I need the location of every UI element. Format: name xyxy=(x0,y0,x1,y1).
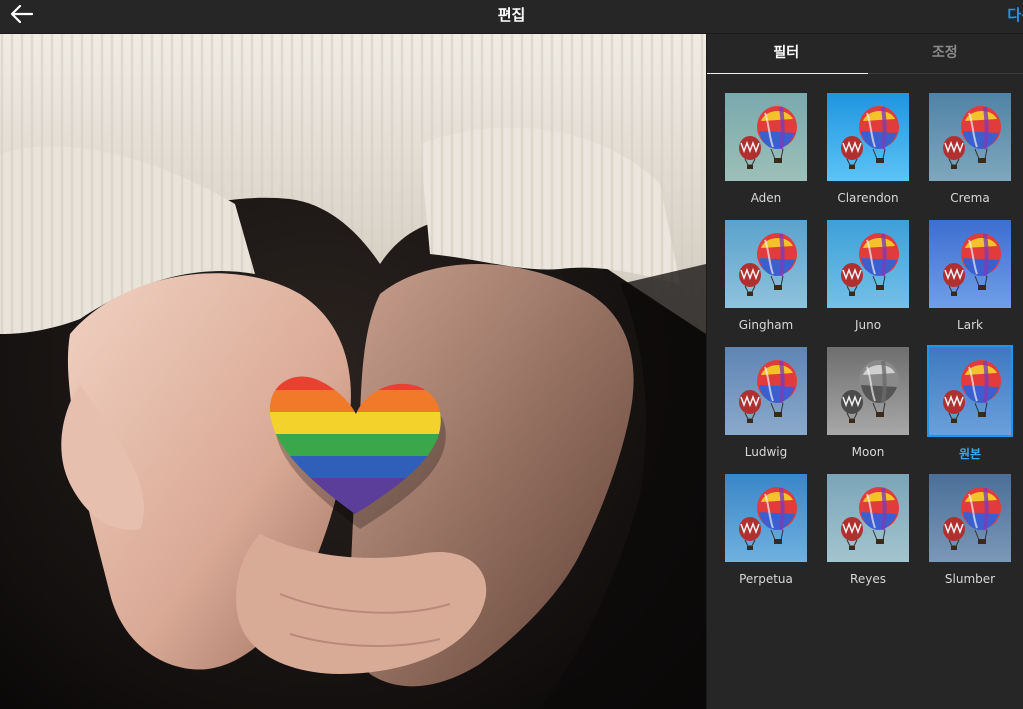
filter-thumbnail xyxy=(928,92,1012,182)
filter-thumbnail xyxy=(826,219,910,309)
filter-item[interactable]: Perpetua xyxy=(724,473,808,600)
tab-divider xyxy=(868,73,1023,74)
filter-thumbnail xyxy=(724,92,808,182)
filter-label: Ludwig xyxy=(744,445,788,459)
page-title: 편집 xyxy=(497,6,526,24)
filter-grid: Aden Clarendon Crema Gingham Juno Lark Ludwig M… xyxy=(724,92,1012,600)
filter-thumbnail xyxy=(826,346,910,436)
photo-preview xyxy=(0,34,706,709)
filter-label: Reyes xyxy=(850,572,886,586)
filter-label: Perpetua xyxy=(739,572,793,586)
filter-thumbnail xyxy=(724,346,808,436)
filter-item[interactable]: Moon xyxy=(826,346,910,473)
balloon-thumbnail-icon xyxy=(827,93,909,181)
filter-thumbnail xyxy=(928,219,1012,309)
filter-item[interactable]: Crema xyxy=(928,92,1012,219)
filter-item[interactable]: Clarendon xyxy=(826,92,910,219)
next-button[interactable]: 다음 xyxy=(1007,4,1023,25)
filter-label: Gingham xyxy=(738,318,794,332)
balloon-thumbnail-icon xyxy=(929,220,1011,308)
balloon-thumbnail-icon xyxy=(827,474,909,562)
filter-item[interactable]: Lark xyxy=(928,219,1012,346)
balloon-thumbnail-icon xyxy=(725,347,807,435)
balloon-thumbnail-icon xyxy=(929,347,1011,435)
filter-item[interactable]: Slumber xyxy=(928,473,1012,600)
filter-label: Slumber xyxy=(944,572,996,586)
filter-item[interactable]: Aden xyxy=(724,92,808,219)
filter-item[interactable]: Ludwig xyxy=(724,346,808,473)
preview-image xyxy=(0,34,706,709)
filter-label: Crema xyxy=(950,191,990,205)
filter-item[interactable]: Reyes xyxy=(826,473,910,600)
filter-label: Lark xyxy=(957,318,983,332)
balloon-thumbnail-icon xyxy=(725,474,807,562)
filter-label: Juno xyxy=(854,318,882,332)
tab-filters[interactable]: 필터 xyxy=(707,34,866,74)
filter-thumbnail xyxy=(724,473,808,563)
filter-item[interactable]: Gingham xyxy=(724,219,808,346)
filter-panel: 필터 조정 Aden Clarendon Crema Gingham Juno Lark L… xyxy=(706,34,1023,709)
filter-label: 원본 xyxy=(958,447,982,461)
balloon-thumbnail-icon xyxy=(929,93,1011,181)
filter-label: Moon xyxy=(851,445,885,459)
filter-item[interactable]: 원본 xyxy=(928,346,1012,473)
filter-label: Clarendon xyxy=(837,191,899,205)
filter-thumbnail xyxy=(928,346,1012,436)
filter-label: Aden xyxy=(750,191,782,205)
filter-thumbnail xyxy=(928,473,1012,563)
balloon-thumbnail-icon xyxy=(929,474,1011,562)
balloon-thumbnail-icon xyxy=(725,220,807,308)
balloon-thumbnail-icon xyxy=(725,93,807,181)
filter-thumbnail xyxy=(826,92,910,182)
filter-thumbnail xyxy=(724,219,808,309)
active-tab-indicator xyxy=(707,73,868,74)
filter-thumbnail xyxy=(826,473,910,563)
filter-item[interactable]: Juno xyxy=(826,219,910,346)
balloon-thumbnail-icon xyxy=(827,347,909,435)
tab-adjust[interactable]: 조정 xyxy=(866,34,1023,74)
top-bar: 편집 다음 xyxy=(0,0,1023,34)
tab-bar: 필터 조정 xyxy=(707,34,1023,74)
balloon-thumbnail-icon xyxy=(827,220,909,308)
